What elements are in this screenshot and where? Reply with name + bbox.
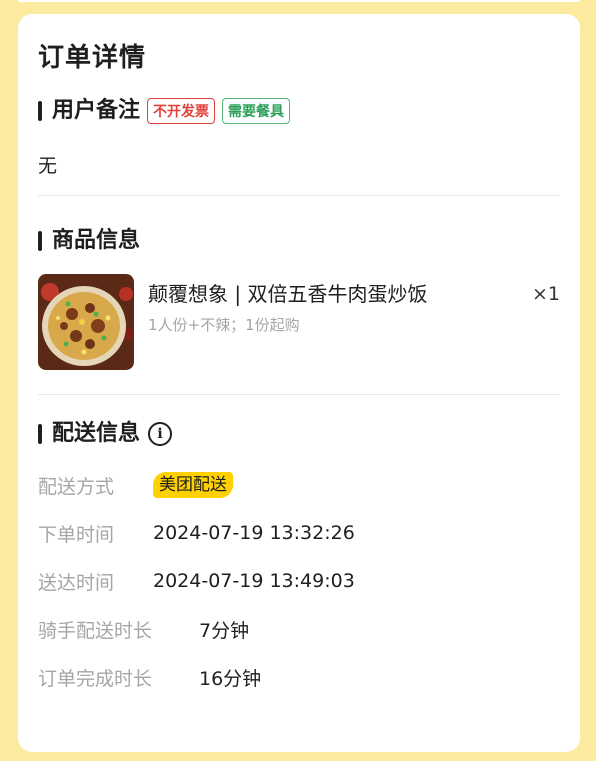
previous-card-edge: [18, 0, 580, 2]
product-item[interactable]: 颠覆想象 | 双倍五香牛肉蛋炒饭 ×1 1人份+不辣；1份起购: [38, 274, 560, 370]
delivery-row: 送达时间 2024-07-19 13:49:03: [38, 557, 560, 605]
delivery-row: 订单完成时长 16分钟: [38, 653, 560, 701]
divider: [38, 195, 560, 196]
section-marker: [38, 231, 42, 251]
info-icon[interactable]: i: [148, 422, 173, 446]
product-spec: 1人份+不辣；1份起购: [148, 316, 300, 334]
delivery-section-title: 配送信息: [52, 421, 141, 446]
delivery-section-header: 配送信息 i: [38, 419, 560, 449]
fried-rice-image: [38, 274, 134, 370]
product-info: 颠覆想象 | 双倍五香牛肉蛋炒饭 ×1 1人份+不辣；1份起购: [148, 274, 560, 335]
remark-content: 无: [38, 155, 58, 177]
need-cutlery-tag: 需要餐具: [222, 98, 291, 124]
arrival-time-value: 2024-07-19 13:49:03: [153, 570, 355, 592]
order-time-label: 下单时间: [38, 523, 115, 546]
section-marker: [38, 424, 42, 444]
fried-rice-photo: [38, 274, 134, 370]
rider-duration-label: 骑手配送时长: [38, 619, 153, 642]
arrival-time-label: 送达时间: [38, 571, 115, 594]
product-quantity: ×1: [531, 283, 560, 305]
remark-section-header: 用户备注 不开发票 需要餐具: [38, 96, 560, 126]
product-section-title: 商品信息: [52, 228, 141, 253]
product-name-row: 颠覆想象 | 双倍五香牛肉蛋炒饭 ×1: [148, 280, 560, 308]
page-title: 订单详情: [38, 43, 147, 73]
delivery-info-list: 配送方式 美团配送 下单时间 2024-07-19 13:32:26 送达时间 …: [38, 461, 560, 701]
delivery-row: 骑手配送时长 7分钟: [38, 605, 560, 653]
order-detail-card: 订单详情 用户备注 不开发票 需要餐具 无 商品信息 颠覆想象 | 双倍五香牛肉…: [18, 14, 580, 752]
no-invoice-tag: 不开发票: [147, 98, 216, 124]
completion-duration-value: 16分钟: [199, 667, 262, 690]
order-time-value: 2024-07-19 13:32:26: [153, 522, 355, 544]
delivery-row: 配送方式 美团配送: [38, 461, 560, 509]
rider-duration-value: 7分钟: [199, 619, 250, 642]
section-marker: [38, 101, 42, 121]
product-section-header: 商品信息: [38, 226, 560, 256]
divider: [38, 394, 560, 395]
delivery-method-label: 配送方式: [38, 475, 115, 498]
remark-section-title: 用户备注: [52, 98, 141, 123]
delivery-row: 下单时间 2024-07-19 13:32:26: [38, 509, 560, 557]
completion-duration-label: 订单完成时长: [38, 667, 153, 690]
delivery-method-badge: 美团配送: [153, 472, 233, 498]
product-name: 颠覆想象 | 双倍五香牛肉蛋炒饭: [148, 282, 428, 306]
